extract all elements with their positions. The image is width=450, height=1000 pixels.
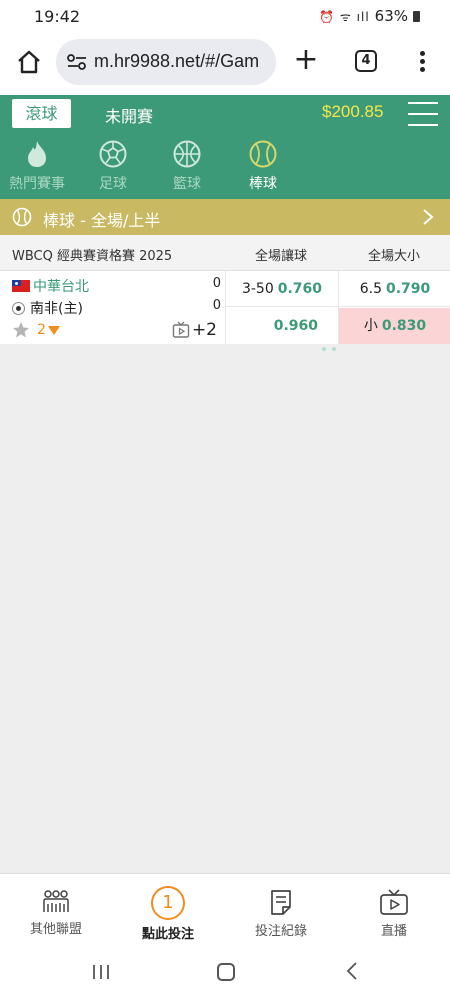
total-price-top: 0.790 (385, 281, 431, 297)
total-price-bottom: 0.830 (381, 318, 427, 334)
score-away: 0 (212, 298, 221, 313)
match-extras: 2 +2 (12, 320, 217, 341)
sport-tab-hot[interactable]: 熱門賽事 (2, 139, 72, 193)
status-signal-icons: ⏰ ᯤ ıll (319, 9, 370, 24)
leagues-icon (43, 890, 69, 912)
team-logo-icon (12, 302, 25, 315)
match-teams[interactable]: 中華台北 0 南非(主) 0 2 +2 (0, 271, 225, 344)
browser-toolbar: m.hr9988.net/#/Gam + 4 (0, 34, 450, 95)
tab-live[interactable]: 滾球 (12, 99, 71, 128)
nav-live-stream[interactable]: 直播 (338, 874, 450, 944)
sport-tab-baseball[interactable]: 棒球 (228, 139, 298, 193)
favorite-count: 2 (37, 322, 46, 338)
sport-tab-label: 棒球 (249, 176, 277, 192)
team-away: 南非(主) (12, 298, 83, 318)
battery-icon (413, 10, 420, 22)
league-name: WBCQ 經典賽資格賽 2025 (12, 249, 173, 264)
total-odds-top[interactable]: 6.5 0.790 (339, 271, 450, 307)
tab-switcher-button[interactable]: 4 (355, 50, 377, 72)
status-time: 19:42 (34, 7, 81, 26)
column-total: 全場大小 (367, 249, 420, 264)
live-video-icon[interactable] (172, 321, 190, 339)
sport-tab-label: 熱門賽事 (9, 176, 65, 192)
bet-slip-count-badge: 1 (151, 886, 185, 920)
more-menu-icon[interactable] (412, 49, 432, 75)
sport-tabs: 熱門賽事 足球 籃球 棒球 (0, 133, 450, 199)
live-tv-icon (380, 889, 408, 915)
nav-other-leagues[interactable]: 其他聯盟 (0, 874, 112, 944)
baseball-icon (249, 140, 277, 168)
new-tab-icon[interactable]: + (293, 45, 319, 75)
nav-place-bet[interactable]: 1 點此投注 (112, 874, 224, 944)
url-text: m.hr9988.net/#/Gam (94, 51, 260, 71)
status-bar: 19:42 ⏰ ᯤ ıll 63% (0, 0, 450, 34)
app-header: 滾球 未開賽 $200.85 (0, 95, 450, 133)
battery-percent: 63% (374, 7, 408, 25)
league-header: WBCQ 經典賽資格賽 2025 全場讓球 全場大小 (0, 235, 450, 271)
account-balance: $200.85 (322, 102, 384, 121)
team-row-away: 南非(主) 0 (12, 298, 221, 318)
section-title: 棒球 - 全場/上半 (43, 211, 161, 230)
home-icon[interactable] (15, 48, 43, 76)
address-bar[interactable]: m.hr9988.net/#/Gam (56, 39, 276, 85)
handicap-price-top: 0.760 (277, 281, 323, 297)
handicap-line: 3-50 (241, 281, 274, 297)
nav-label: 直播 (380, 924, 407, 939)
column-handicap: 全場讓球 (254, 249, 307, 264)
sport-tab-basketball[interactable]: 籃球 (152, 139, 222, 193)
site-settings-icon[interactable] (66, 53, 88, 71)
tab-upcoming[interactable]: 未開賽 (105, 103, 153, 127)
section-header[interactable]: 棒球 - 全場/上半 (0, 199, 450, 235)
total-under-label: 小 (363, 318, 378, 334)
score-home: 0 (212, 276, 221, 291)
sport-tab-label: 籃球 (173, 176, 201, 192)
total-line: 6.5 (359, 281, 382, 297)
more-markets-link[interactable]: +2 (192, 320, 217, 340)
nav-bet-history[interactable]: 投注紀錄 (225, 874, 337, 944)
nav-label: 投注紀錄 (254, 924, 307, 939)
soccer-ball-icon (99, 140, 127, 168)
bottom-nav: 其他聯盟 1 點此投注 投注紀錄 直播 (0, 873, 450, 943)
flame-icon (28, 141, 46, 167)
team-away-name: 南非(主) (30, 301, 83, 317)
team-row-home: 中華台北 0 (12, 276, 221, 296)
baseball-icon (12, 207, 32, 227)
handicap-odds: 3-50 0.760 0.960 (225, 271, 338, 344)
sport-tab-soccer[interactable]: 足球 (78, 139, 148, 193)
sport-tab-label: 足球 (99, 176, 127, 192)
dropdown-triangle-icon[interactable] (48, 326, 60, 335)
hamburger-menu-icon[interactable] (408, 102, 438, 126)
handicap-price-bottom: 0.960 (273, 318, 318, 334)
system-home-icon[interactable] (217, 963, 235, 981)
handicap-odds-top[interactable]: 3-50 0.760 (226, 271, 338, 307)
system-nav-bar (0, 943, 450, 1000)
back-icon[interactable] (345, 961, 359, 981)
status-right: ⏰ ᯤ ıll 63% (319, 7, 420, 25)
recent-apps-icon[interactable] (92, 963, 110, 981)
total-odds: 6.5 0.790 小 0.830 (338, 271, 450, 344)
team-home: 中華台北 (12, 276, 89, 296)
pager-dots (322, 336, 342, 355)
match-row: 中華台北 0 南非(主) 0 2 +2 3-50 0.760 0.960 6.5… (0, 271, 450, 344)
star-icon[interactable] (12, 321, 30, 339)
total-odds-bottom[interactable]: 小 0.830 (339, 308, 450, 344)
nav-label: 點此投注 (141, 927, 194, 942)
team-home-name: 中華台北 (33, 279, 89, 295)
chevron-right-icon (423, 209, 434, 225)
nav-label: 其他聯盟 (29, 922, 82, 937)
basketball-icon (173, 140, 201, 168)
taiwan-flag-icon (12, 280, 30, 292)
bet-record-icon (271, 890, 291, 915)
